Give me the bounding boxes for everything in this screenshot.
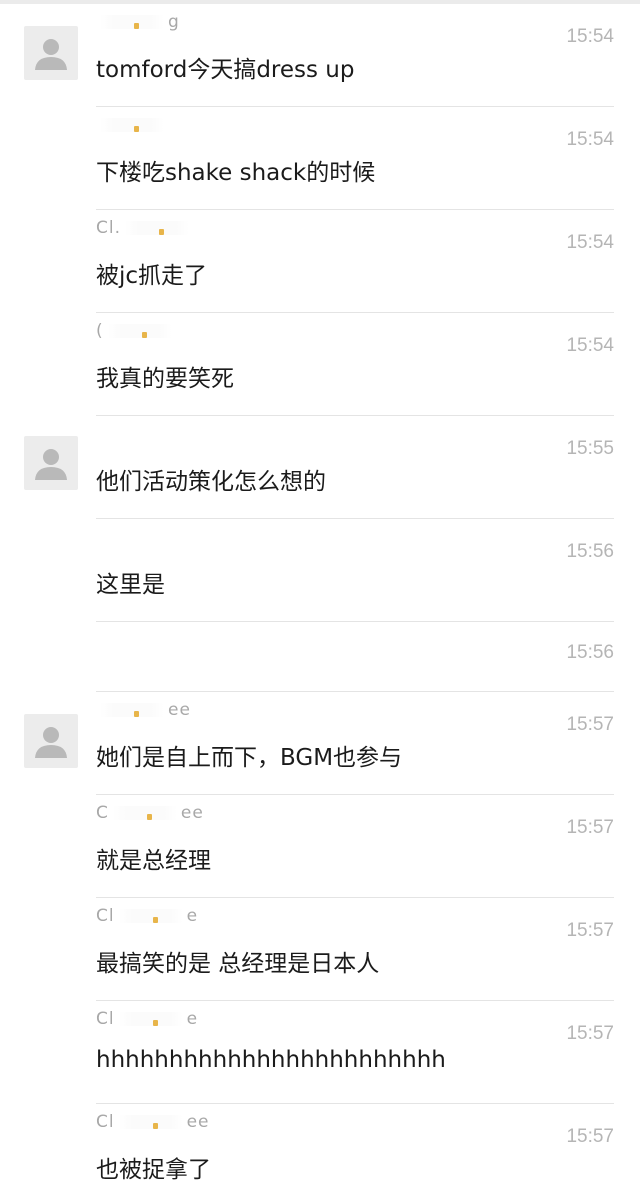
sender-name: ee [96, 700, 191, 720]
user-placeholder-icon [35, 39, 67, 70]
chat-message[interactable]: 15:54 下楼吃shake shack的时候 [0, 107, 640, 210]
sender-name: ( [96, 321, 176, 341]
message-text: 我真的要笑死 [96, 366, 234, 392]
chat-message[interactable]: Cl e 15:57 最搞笑的是 总经理是日本人 [0, 898, 640, 1001]
message-text: 最搞笑的是 总经理是日本人 [96, 951, 380, 977]
chat-message[interactable]: Cl ee 15:57 也被捉拿了 [0, 1104, 640, 1199]
avatar[interactable] [24, 714, 78, 768]
message-time: 15:57 [566, 714, 614, 735]
avatar[interactable] [24, 436, 78, 490]
sender-name: Cl e [96, 1009, 199, 1029]
redacted-name [112, 806, 177, 820]
chat-message[interactable]: Cee 15:57 就是总经理 [0, 795, 640, 898]
redacted-name [100, 703, 164, 717]
chat-message[interactable]: 15:56 这里是 [0, 519, 640, 622]
redacted-name [118, 1012, 183, 1026]
message-time: 15:54 [566, 335, 614, 356]
redacted-name [118, 909, 183, 923]
message-text: 下楼吃shake shack的时候 [96, 160, 376, 186]
user-placeholder-icon [35, 449, 67, 480]
message-time: 15:56 [566, 541, 614, 562]
redacted-name [100, 15, 164, 29]
message-time: 15:56 [566, 642, 614, 663]
message-text: hhhhhhhhhhhhhhhhhhhhhhhh [96, 1047, 446, 1073]
message-time: 15:57 [566, 1126, 614, 1147]
message-time: 15:54 [566, 129, 614, 150]
sender-name: Cl ee [96, 1112, 210, 1132]
avatar[interactable] [24, 26, 78, 80]
message-text: 被jc抓走了 [96, 263, 208, 289]
message-text: 她们是自上而下，BGM也参与 [96, 745, 403, 771]
message-text: 就是总经理 [96, 848, 211, 874]
redacted-name [100, 118, 164, 132]
sender-name: Cl. [96, 218, 193, 238]
chat-message[interactable]: Cl. 15:54 被jc抓走了 [0, 210, 640, 313]
message-text: 也被捉拿了 [96, 1157, 211, 1183]
chat-message[interactable]: ( 15:54 我真的要笑死 [0, 313, 640, 416]
chat-message[interactable]: g 15:54 tomford今天搞dress up [0, 4, 640, 107]
message-time: 15:54 [566, 232, 614, 253]
message-text: tomford今天搞dress up [96, 57, 355, 83]
message-time: 15:54 [566, 26, 614, 47]
redacted-name [118, 1115, 183, 1129]
redacted-name [125, 221, 189, 235]
sender-name: Cee [96, 803, 204, 823]
message-text: 这里是 [96, 572, 165, 598]
sender-name: g [96, 12, 180, 32]
chat-message[interactable]: Cl e 15:57 hhhhhhhhhhhhhhhhhhhhhhhh [0, 1001, 640, 1104]
message-time: 15:57 [566, 920, 614, 941]
sender-name [96, 115, 168, 135]
sender-name: Cl e [96, 906, 199, 926]
message-time: 15:57 [566, 1023, 614, 1044]
chat-message[interactable]: ee 15:57 她们是自上而下，BGM也参与 [0, 692, 640, 795]
message-time: 15:57 [566, 817, 614, 838]
chat-message[interactable]: 15:56 [0, 622, 640, 692]
message-time: 15:55 [566, 438, 614, 459]
redacted-name [107, 324, 172, 338]
user-placeholder-icon [35, 727, 67, 758]
message-text: 他们活动策化怎么想的 [96, 469, 326, 495]
chat-message[interactable]: 15:55 他们活动策化怎么想的 [0, 416, 640, 519]
